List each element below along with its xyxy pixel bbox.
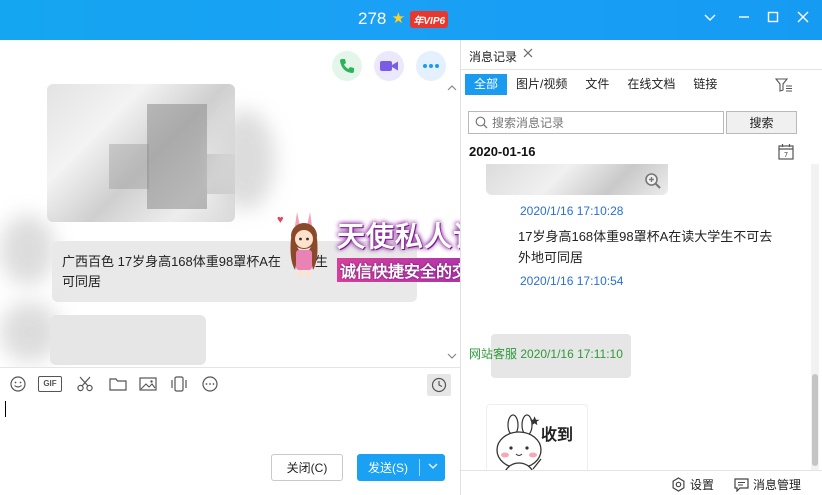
scrollbar-thumb[interactable]: [812, 374, 818, 466]
scroll-down-icon[interactable]: [446, 352, 458, 362]
message-sender: 网站客服 2020/1/16 17:11:10: [469, 345, 623, 362]
send-button[interactable]: 发送(S): [357, 454, 445, 481]
tab-underline: [461, 69, 822, 70]
close-icon[interactable]: [523, 46, 533, 61]
history-panel: 消息记录 全部 图片/视频 文件 在线文档 链接 搜索 2020-01-16 7…: [461, 40, 822, 495]
filter-files[interactable]: 文件: [576, 74, 618, 95]
folder-icon[interactable]: [109, 376, 127, 392]
filter-all[interactable]: 全部: [465, 74, 508, 95]
vip-badge[interactable]: 年VIP6: [410, 10, 449, 28]
more-icon[interactable]: [416, 51, 446, 81]
history-list[interactable]: 2020/1/16 17:10:28 17岁身高168体重98罩杯A在读大学生不…: [461, 164, 811, 470]
history-message-text-cont: 外地可同居: [518, 250, 584, 265]
message-manager-button[interactable]: 消息管理: [734, 476, 801, 493]
chevron-down-icon[interactable]: [420, 462, 445, 473]
filter-online-docs[interactable]: 在线文档: [618, 74, 684, 95]
send-label: 发送(S): [368, 461, 408, 475]
gear-icon: [672, 477, 685, 492]
search-input[interactable]: [492, 115, 712, 130]
phone-icon[interactable]: [332, 51, 362, 81]
gif-icon[interactable]: GIF: [38, 376, 62, 392]
shake-icon[interactable]: [170, 376, 188, 392]
blur-overlay: [215, 110, 275, 210]
emoji-icon[interactable]: [9, 376, 27, 392]
more-icon[interactable]: [201, 376, 219, 392]
message-time: 2020/1/16 17:10:28: [520, 204, 624, 218]
message-manager-label: 消息管理: [753, 478, 802, 492]
image-icon[interactable]: [139, 376, 157, 392]
pixelated-region: [109, 144, 149, 189]
close-icon[interactable]: [793, 10, 813, 30]
filter-images-videos[interactable]: 图片/视频: [507, 74, 576, 95]
message-manager-icon: [734, 477, 749, 492]
text-caret: [5, 401, 6, 417]
zoom-in-icon[interactable]: [644, 172, 662, 190]
minimize-icon[interactable]: [734, 10, 754, 30]
search-field[interactable]: [468, 111, 724, 134]
chevron-down-icon[interactable]: [700, 10, 720, 30]
history-image-message[interactable]: [486, 164, 668, 195]
filter-icon[interactable]: [775, 77, 793, 93]
bunny-sticker-icon: 收到: [496, 414, 573, 470]
calendar-day: 7: [784, 151, 788, 159]
title-bar: 278 ★ 年VIP6: [0, 0, 822, 40]
history-footer: 设置 消息管理: [461, 470, 822, 495]
search-button[interactable]: 搜索: [726, 111, 797, 134]
settings-button[interactable]: 设置: [671, 476, 714, 493]
pixelated-region: [147, 104, 207, 209]
star-icon: ★: [391, 10, 406, 27]
sender-name: 网站客服: [469, 347, 518, 361]
image-message[interactable]: [47, 84, 235, 222]
chat-pane: 广西百色 17岁身高168体重98罩杯A在生 可同居: [0, 40, 460, 367]
calendar-icon[interactable]: 7: [778, 143, 794, 160]
sticker-text: 收到: [541, 425, 573, 444]
message-input-area[interactable]: 关闭(C) 发送(S): [0, 399, 460, 495]
input-toolbar: GIF: [0, 367, 460, 399]
history-date: 2020-01-16: [469, 144, 536, 159]
close-button[interactable]: 关闭(C): [271, 454, 343, 481]
anime-girl-icon: [290, 212, 318, 278]
maximize-icon[interactable]: [763, 10, 783, 30]
search-icon: [475, 116, 488, 129]
message-text-line1: 广西百色 17岁身高168体重98罩杯A在: [62, 254, 281, 269]
tab-message-history[interactable]: 消息记录: [469, 48, 517, 65]
blur-overlay: [0, 215, 55, 285]
video-call-icon[interactable]: [374, 51, 404, 81]
history-message-text[interactable]: 17岁身高168体重98罩杯A在读大学生不可去: [518, 226, 772, 245]
settings-label: 设置: [690, 478, 715, 492]
sticker-message[interactable]: 收到: [486, 404, 588, 470]
history-scrollbar[interactable]: [811, 164, 819, 470]
title-group: 278 ★ 年VIP6: [358, 9, 449, 29]
window-title: 278: [358, 9, 387, 28]
message-time: 2020/1/16 17:11:10: [520, 347, 623, 361]
scissors-icon[interactable]: [76, 376, 94, 392]
message-time: 2020/1/16 17:10:54: [520, 274, 624, 288]
message-history-button[interactable]: [427, 374, 451, 396]
blurred-message[interactable]: [50, 315, 206, 365]
scroll-up-icon[interactable]: [446, 84, 458, 94]
filter-tabs: 全部 图片/视频 文件 在线文档 链接: [465, 74, 726, 96]
filter-links[interactable]: 链接: [684, 74, 726, 95]
clock-icon: [431, 377, 447, 393]
